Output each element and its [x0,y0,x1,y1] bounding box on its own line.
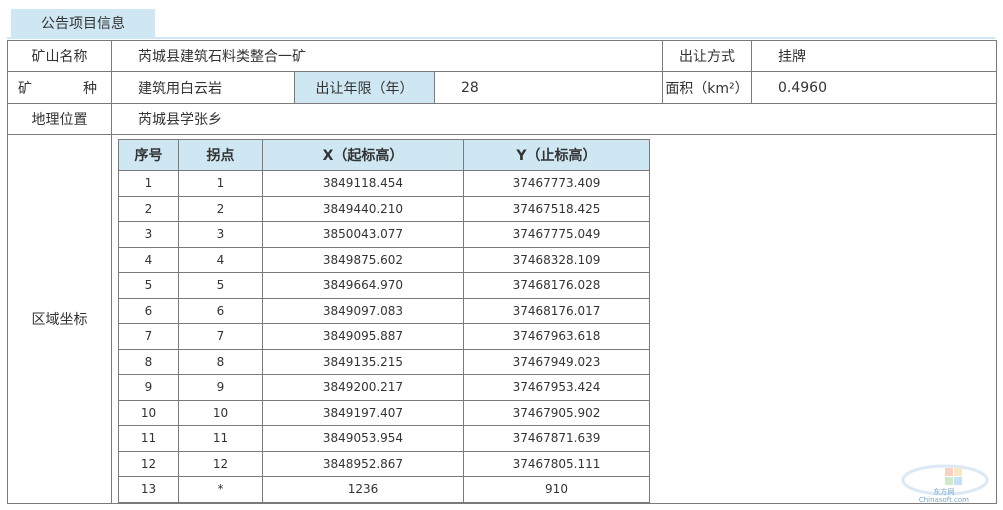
watermark-text: 东方网 Chinasoft.com [919,488,969,504]
cell-x: 3849053.954 [262,425,464,452]
cell-seq: 3 [118,221,179,248]
cell-x: 3849440.210 [262,195,464,222]
cell-point: 1 [178,170,263,197]
cell-point: 6 [178,297,263,324]
table-row: 10 10 3849197.407 37467905.902 [118,399,650,426]
region-label: 区域坐标 [7,134,112,504]
cell-seq: 8 [118,348,179,375]
cell-y: 37467905.902 [463,399,650,426]
cell-point: 4 [178,246,263,273]
table-row: 3 3 3850043.077 37467775.049 [118,221,650,248]
table-row: 12 12 3848952.867 37467805.111 [118,450,650,477]
header-point: 拐点 [178,139,263,171]
cell-x: 3849200.217 [262,374,464,401]
cell-x: 3848952.867 [262,450,464,477]
cell-seq: 13 [118,476,179,503]
cell-x: 3849118.454 [262,170,464,197]
cell-y: 37468176.017 [463,297,650,324]
header-seq: 序号 [118,139,179,171]
location-value: 芮城县学张乡 [111,103,997,135]
watermark-line1: 东方网 [933,488,955,496]
table-row: 9 9 3849200.217 37467953.424 [118,374,650,401]
cell-y: 37467805.111 [463,450,650,477]
cell-x: 3849097.083 [262,297,464,324]
cell-x: 3849875.602 [262,246,464,273]
cell-seq: 10 [118,399,179,426]
info-row-mine-name: 矿山名称 芮城县建筑石料类整合一矿 出让方式 挂牌 [7,40,997,72]
header-x: X（起标高） [262,139,464,171]
table-row: 6 6 3849097.083 37468176.017 [118,297,650,324]
coordinates-header-row: 序号 拐点 X（起标高） Y（止标高） [118,139,650,171]
info-row-mineral: 矿 种 建筑用白云岩 出让年限（年） 28 面积（km²） 0.4960 [7,71,997,104]
cell-x: 3849095.887 [262,323,464,350]
cell-x: 3849197.407 [262,399,464,426]
mineral-label-part2: 种 [83,80,97,97]
tab-underline [7,37,995,39]
cell-seq: 1 [118,170,179,197]
cell-y: 37467963.618 [463,323,650,350]
cell-y: 910 [463,476,650,503]
info-row-location: 地理位置 芮城县学张乡 [7,103,997,135]
area-label: 面积（km²） [662,71,752,104]
section-tab[interactable]: 公告项目信息 [11,9,155,37]
watermark-line2: Chinasoft.com [918,496,969,504]
mine-name-value: 芮城县建筑石料类整合一矿 [111,40,663,72]
cell-y: 37468328.109 [463,246,650,273]
cell-x: 3850043.077 [262,221,464,248]
term-label: 出让年限（年） [294,71,435,104]
cell-point: 2 [178,195,263,222]
cell-y: 37467949.023 [463,348,650,375]
table-row: 7 7 3849095.887 37467963.618 [118,323,650,350]
cell-x: 1236 [262,476,464,503]
mineral-label-part1: 矿 [18,80,32,97]
cell-y: 37467775.049 [463,221,650,248]
table-row: 2 2 3849440.210 37467518.425 [118,195,650,222]
cell-point: 9 [178,374,263,401]
term-value: 28 [434,71,663,104]
cell-x: 3849135.215 [262,348,464,375]
cell-point: 3 [178,221,263,248]
table-row: 13 * 1236 910 [118,476,650,503]
cell-x: 3849664.970 [262,272,464,299]
cell-seq: 7 [118,323,179,350]
cell-seq: 6 [118,297,179,324]
cell-y: 37467871.639 [463,425,650,452]
table-row: 4 4 3849875.602 37468328.109 [118,246,650,273]
cell-seq: 9 [118,374,179,401]
coordinates-table: 序号 拐点 X（起标高） Y（止标高） 1 1 3849118.454 3746777… [118,139,650,503]
info-row-region: 区域坐标 序号 拐点 X（起标高） Y（止标高） 1 1 3849118.454… [7,134,997,504]
table-row: 8 8 3849135.215 37467949.023 [118,348,650,375]
transfer-method-value: 挂牌 [751,40,997,72]
cell-seq: 12 [118,450,179,477]
cell-seq: 11 [118,425,179,452]
cell-seq: 5 [118,272,179,299]
area-value: 0.4960 [751,71,997,104]
cell-point: 10 [178,399,263,426]
mineral-label: 矿 种 [7,71,112,104]
transfer-method-label: 出让方式 [662,40,752,72]
cell-point: 11 [178,425,263,452]
project-info-table: 矿山名称 芮城县建筑石料类整合一矿 出让方式 挂牌 矿 种 建筑用白云岩 出让年… [7,40,997,504]
mine-name-label: 矿山名称 [7,40,112,72]
cell-point: * [178,476,263,503]
header-y: Y（止标高） [463,139,650,171]
region-coordinates-cell: 序号 拐点 X（起标高） Y（止标高） 1 1 3849118.454 3746777… [111,134,997,504]
location-label: 地理位置 [7,103,112,135]
table-row: 5 5 3849664.970 37468176.028 [118,272,650,299]
cell-y: 37467953.424 [463,374,650,401]
cell-seq: 2 [118,195,179,222]
cell-seq: 4 [118,246,179,273]
cell-y: 37467518.425 [463,195,650,222]
cell-y: 37468176.028 [463,272,650,299]
table-row: 1 1 3849118.454 37467773.409 [118,170,650,197]
mineral-value: 建筑用白云岩 [111,71,295,104]
cell-y: 37467773.409 [463,170,650,197]
cell-point: 12 [178,450,263,477]
cell-point: 5 [178,272,263,299]
table-row: 11 11 3849053.954 37467871.639 [118,425,650,452]
cell-point: 7 [178,323,263,350]
cell-point: 8 [178,348,263,375]
